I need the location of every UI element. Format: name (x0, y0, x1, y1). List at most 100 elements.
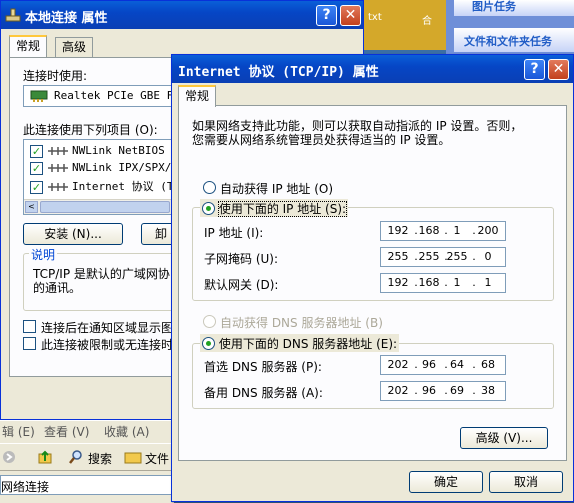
help-button[interactable]: ? (524, 59, 545, 80)
scrollbar-thumb[interactable] (40, 201, 170, 213)
search-icon[interactable] (68, 449, 84, 465)
preferred-dns-field[interactable]: 202. 96. 64. 68 (380, 355, 506, 375)
dns-octet: 38 (481, 384, 495, 397)
window-title: Internet 协议 (TCP/IP) 属性 (178, 65, 379, 80)
auto-dns-label: 自动获得 DNS 服务器地址 (B) (220, 316, 383, 330)
mask-octet: 255 (446, 250, 468, 263)
explorer-task-pane: 图片任务 文件和文件夹任务 (446, 0, 574, 60)
desktop-file-label: txt (368, 12, 382, 23)
description-text-2: 的通讯。 (33, 281, 82, 295)
help-button[interactable]: ? (316, 5, 337, 26)
protocol-icon (47, 164, 68, 172)
folders-button-label[interactable]: 文件 (145, 450, 169, 467)
items-label: 此连接使用下列项目 (O): (23, 123, 158, 137)
alternate-dns-label: 备用 DNS 服务器 (A): (204, 386, 323, 400)
dns-octet: 96 (422, 358, 436, 371)
address-input[interactable]: 网络连接 (0, 475, 174, 495)
item-checkbox[interactable]: ✓ (30, 144, 43, 158)
list-item[interactable]: ✓ NWLink NetBIOS (30, 144, 165, 160)
gateway-octet: 168 (418, 276, 440, 289)
list-item[interactable]: ✓ NWLink IPX/SPX/Ne (30, 161, 185, 177)
dns-octet: 69 (450, 384, 464, 397)
close-button[interactable]: ✕ (340, 5, 361, 26)
up-folder-icon[interactable] (38, 450, 52, 464)
default-gateway-field[interactable]: 192. 168. 1. 1 (380, 273, 506, 293)
dns-octet: 64 (450, 358, 464, 371)
mask-octet: 255 (387, 250, 409, 263)
adapter-name: Realtek PCIe GBE Fa (54, 89, 180, 102)
title-bar[interactable]: 本地连接 属性 ? ✕ (1, 1, 363, 29)
tab-general[interactable]: 常规 (178, 85, 217, 107)
item-checkbox[interactable]: ✓ (30, 161, 43, 175)
forward-arrow-icon[interactable] (2, 450, 16, 464)
search-button-label[interactable]: 搜索 (88, 450, 112, 467)
address-value: 网络连接 (1, 480, 50, 494)
cancel-button[interactable]: 取消 (489, 471, 563, 493)
manual-dns-radio[interactable] (202, 337, 215, 350)
item-checkbox[interactable]: ✓ (30, 180, 43, 194)
manual-dns-legend: 使用下面的 DNS 服务器地址 (E): (200, 334, 400, 352)
ok-button[interactable]: 确定 (409, 471, 483, 493)
network-card-icon (30, 90, 48, 102)
gateway-octet: 1 (453, 276, 461, 289)
dns-octet: 202 (387, 358, 409, 371)
desktop-background: txt 合 (360, 0, 452, 50)
manual-ip-label: 使用下面的 IP 地址 (S): (217, 201, 348, 217)
alternate-dns-field[interactable]: 202. 96. 69. 38 (380, 381, 506, 401)
close-button[interactable]: ✕ (548, 59, 569, 80)
notify-option-label: 连接后在通知区域显示图 (41, 321, 174, 335)
manual-ip-legend: 使用下面的 IP 地址 (S): (200, 199, 349, 217)
item-label: Internet 协议 (TC (72, 180, 181, 193)
ip-octet: 1 (453, 224, 461, 237)
auto-ip-label: 自动获得 IP 地址 (O) (220, 182, 334, 196)
subnet-mask-label: 子网掩码 (U): (204, 252, 279, 266)
menu-view[interactable]: 查看 (V) (44, 423, 89, 440)
network-connection-icon (5, 8, 21, 22)
menu-favorites[interactable]: 收藏 (A) (104, 423, 149, 440)
desktop-file-label-2: 合 (422, 16, 432, 27)
notify-checkbox[interactable] (23, 320, 36, 333)
menu-edit[interactable]: 辑 (E) (2, 423, 35, 440)
picture-tasks-header[interactable]: 图片任务 (454, 0, 574, 16)
manual-dns-label: 使用下面的 DNS 服务器地址 (E): (218, 337, 398, 351)
scroll-left-arrow-icon[interactable]: < (25, 201, 38, 213)
tab-general[interactable]: 常规 (9, 35, 48, 57)
list-item[interactable]: ✓ Internet 协议 (TC (30, 178, 180, 194)
subnet-mask-field[interactable]: 255. 255. 255. 0 (380, 247, 506, 267)
manual-ip-radio[interactable] (202, 202, 215, 215)
preferred-dns-label: 首选 DNS 服务器 (P): (204, 360, 322, 374)
ip-address-field[interactable]: 192. 168. 1. 200 (380, 221, 506, 241)
auto-ip-radio[interactable] (203, 181, 216, 194)
install-button[interactable]: 安装 (N)... (23, 223, 123, 245)
gateway-octet: 1 (484, 276, 492, 289)
ip-octet: 192 (387, 224, 409, 237)
auto-dns-radio[interactable] (203, 315, 216, 328)
dns-octet: 68 (481, 358, 495, 371)
mask-octet: 255 (418, 250, 440, 263)
tab-advanced[interactable]: 高级 (55, 37, 94, 57)
protocol-icon (47, 147, 68, 155)
dns-octet: 96 (422, 384, 436, 397)
connect-using-label: 连接时使用: (23, 69, 88, 83)
address-bar: 网络连接 (0, 473, 174, 503)
folders-icon[interactable] (124, 450, 142, 464)
item-label: NWLink NetBIOS (72, 144, 165, 157)
intro-text-line-2: 您需要从网络系统管理员处获得适当的 IP 设置。 (192, 133, 451, 147)
toolbar: 搜索 文件 (0, 443, 174, 471)
ip-octet: 200 (477, 224, 499, 237)
dns-octet: 202 (387, 384, 409, 397)
limited-checkbox[interactable] (23, 337, 36, 350)
description-title: 说明 (29, 246, 58, 263)
advanced-button[interactable]: 高级 (V)... (460, 427, 548, 449)
limited-option-label: 此连接被限制或无连接时 (41, 338, 174, 352)
file-folder-tasks-header[interactable]: 文件和文件夹任务 (454, 28, 574, 52)
protocol-icon (47, 183, 68, 191)
explorer-window-bottom: 辑 (E) 查看 (V) 收藏 (A) 搜索 文件 网络连接 (0, 420, 174, 503)
ip-address-label: IP 地址 (I): (204, 226, 264, 240)
window-title: 本地连接 属性 (25, 11, 108, 26)
mask-octet: 0 (484, 250, 492, 263)
title-bar[interactable]: Internet 协议 (TCP/IP) 属性 ? ✕ (172, 55, 573, 83)
gateway-octet: 192 (387, 276, 409, 289)
ip-octet: 168 (418, 224, 440, 237)
item-label: NWLink IPX/SPX/Ne (72, 161, 185, 174)
